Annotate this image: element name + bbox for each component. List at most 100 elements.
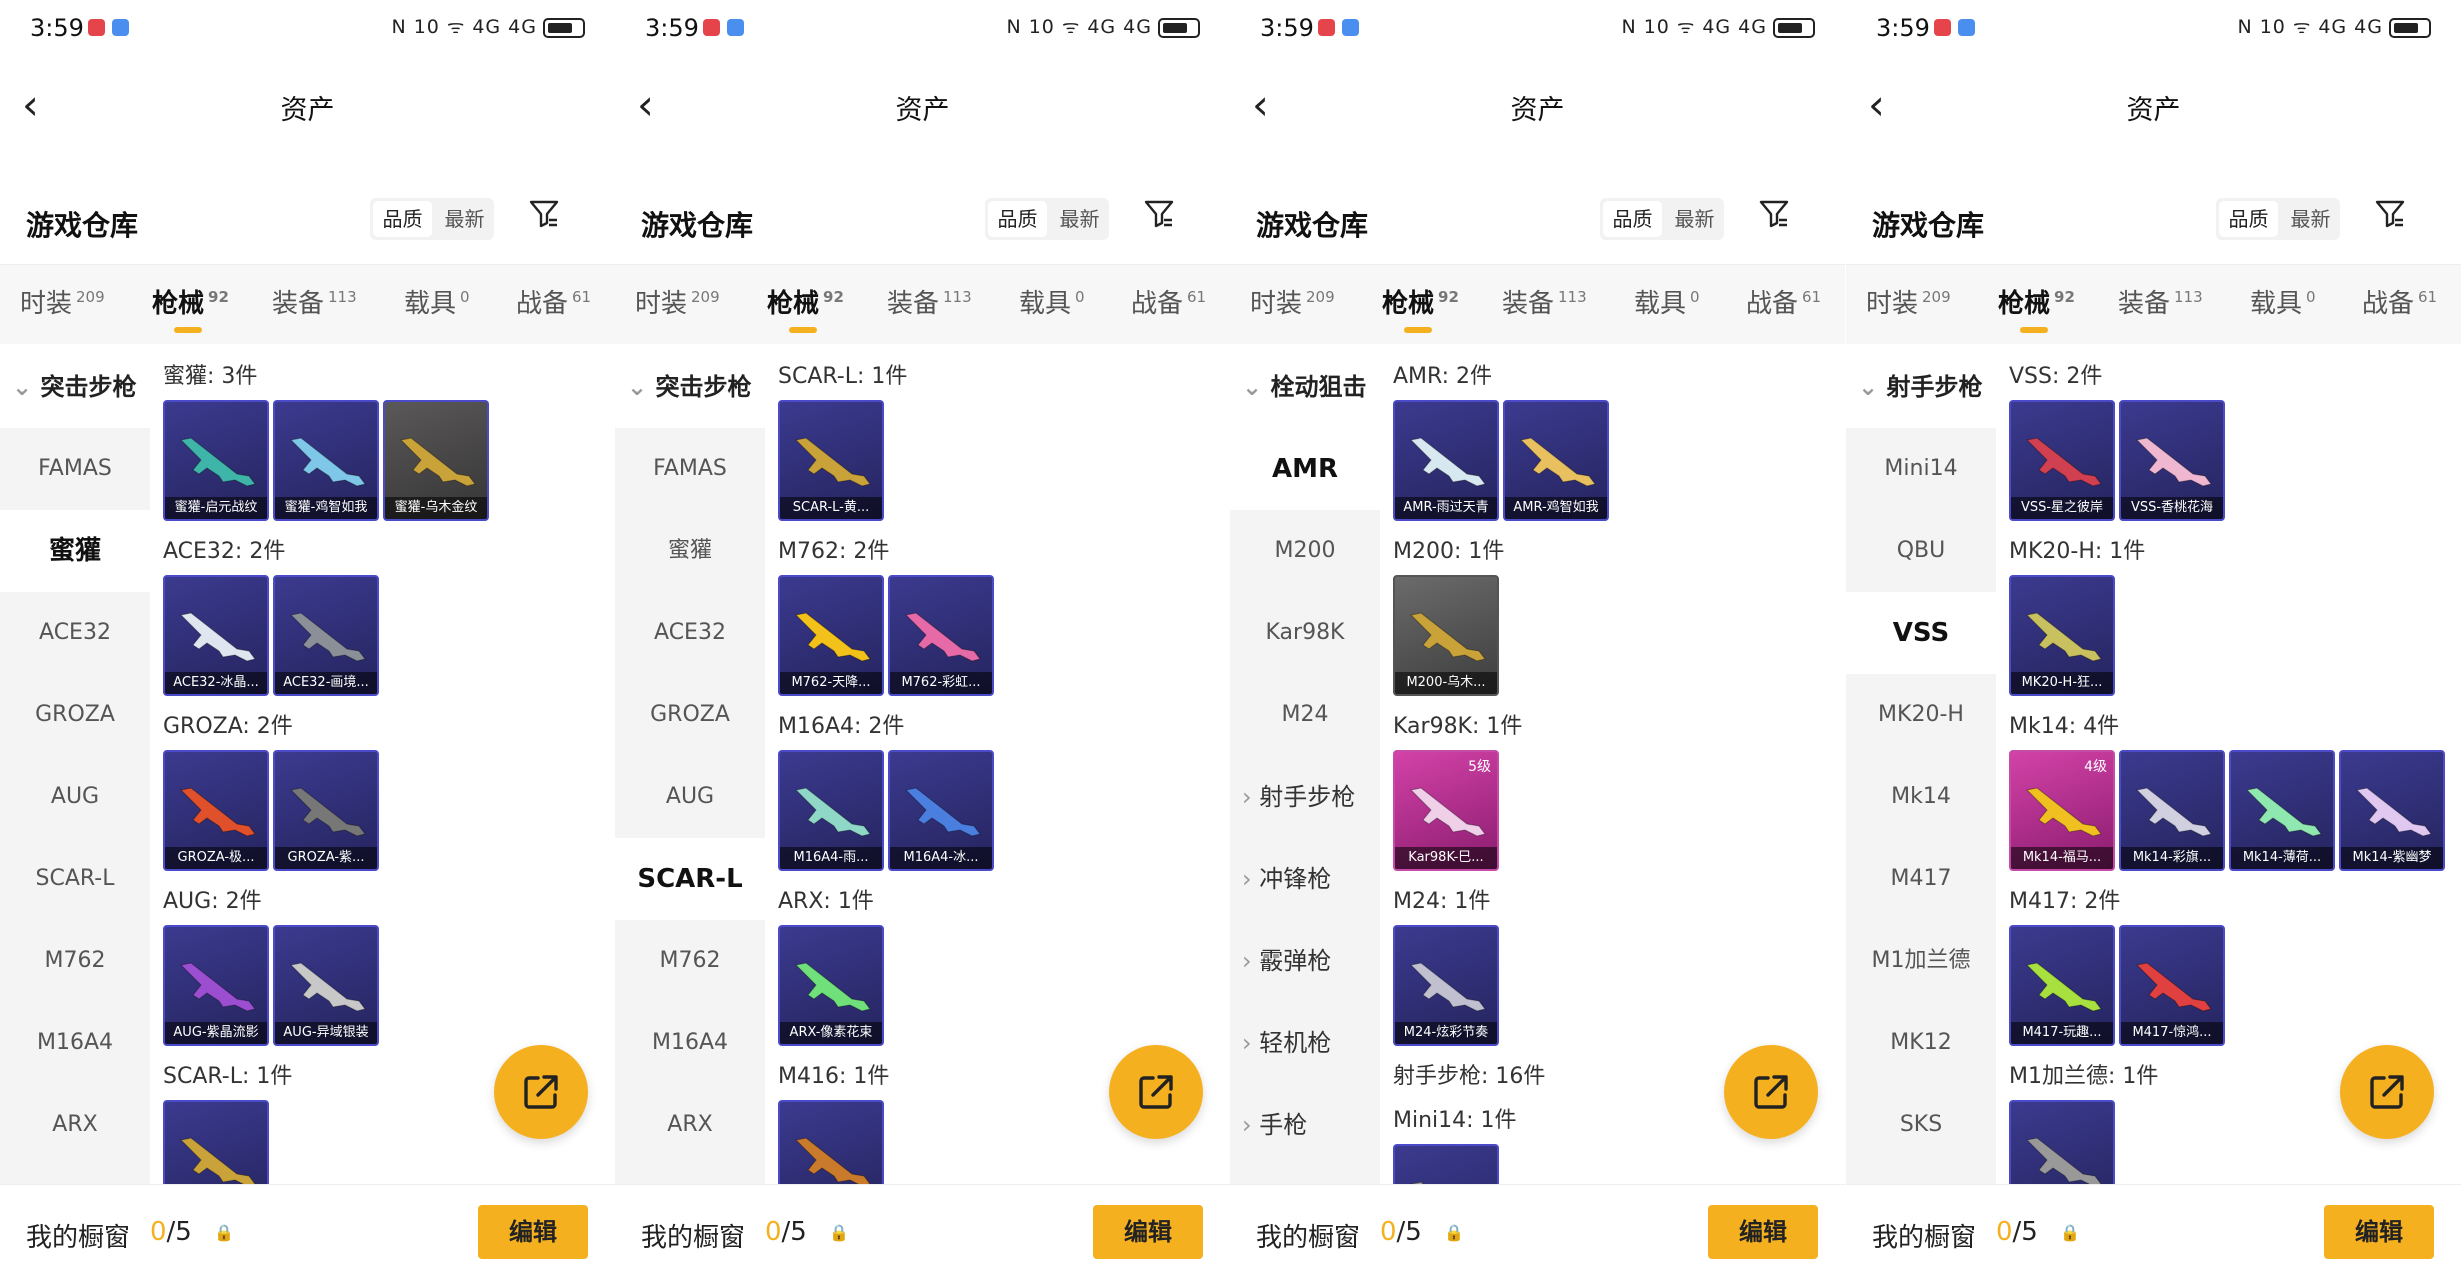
skin-card[interactable]: 蜜獾-启元战纹 — [163, 400, 269, 521]
skin-card[interactable]: GROZA-紫... — [273, 750, 379, 871]
sidebar-item[interactable]: › 轻机枪 — [1230, 1002, 1380, 1084]
filter-icon[interactable] — [2368, 198, 2412, 240]
sidebar-item[interactable]: ARX — [615, 1084, 765, 1166]
sidebar-item[interactable]: Mini14 — [1846, 428, 1996, 510]
tab-2[interactable]: 装备 113 — [272, 283, 357, 320]
sidebar-item[interactable]: AUG — [0, 756, 150, 838]
sidebar-item[interactable]: › 冲锋枪 — [1230, 838, 1380, 920]
sidebar-item[interactable]: MK12 — [1846, 1002, 1996, 1084]
sidebar-item[interactable]: › 霰弹枪 — [1230, 920, 1380, 1002]
skin-card[interactable]: M24-炫彩节奏 — [1393, 925, 1499, 1046]
sidebar-item[interactable]: M24 — [1230, 674, 1380, 756]
share-button[interactable] — [494, 1045, 588, 1139]
sort-quality-button[interactable]: 品质 — [988, 201, 1047, 237]
sidebar-item[interactable]: MK20-H — [1846, 674, 1996, 756]
sidebar-item[interactable]: ACE32 — [0, 592, 150, 674]
tab-4[interactable]: 战备 61 — [516, 283, 591, 320]
sort-quality-button[interactable]: 品质 — [2219, 201, 2278, 237]
skin-card[interactable]: M16A4-雨... — [778, 750, 884, 871]
tab-2[interactable]: 装备 113 — [1502, 283, 1587, 320]
sidebar-item[interactable]: AMR — [1230, 428, 1380, 510]
tab-4[interactable]: 战备 61 — [2362, 283, 2437, 320]
sidebar-item[interactable]: Kar98K — [1230, 592, 1380, 674]
tab-4[interactable]: 战备 61 — [1131, 283, 1206, 320]
tab-3[interactable]: 载具 0 — [1634, 283, 1700, 320]
sidebar-item[interactable]: VSS — [1846, 592, 1996, 674]
edit-button[interactable]: 编辑 — [478, 1205, 588, 1259]
sidebar-item[interactable]: › 射手步枪 — [1230, 756, 1380, 838]
sidebar-item[interactable]: 蜜獾 — [0, 510, 150, 592]
tab-3[interactable]: 载具 0 — [404, 283, 470, 320]
sidebar-item[interactable]: FAMAS — [0, 428, 150, 510]
skin-card[interactable]: ACE32-冰晶... — [163, 575, 269, 696]
skin-card[interactable]: SCAR-L-黄... — [778, 400, 884, 521]
skin-card[interactable]: Mini14 — [1393, 1144, 1499, 1184]
skin-card[interactable]: Mk14-紫幽梦 — [2339, 750, 2445, 871]
sidebar-item[interactable]: SCAR-L — [615, 838, 765, 920]
sidebar-item[interactable]: AUG — [615, 756, 765, 838]
skin-card[interactable]: 蜜獾-乌木金纹 — [383, 400, 489, 521]
skin-card[interactable]: AMR-鸡智如我 — [1503, 400, 1609, 521]
tab-4[interactable]: 战备 61 — [1746, 283, 1821, 320]
sidebar-item[interactable]: ARX — [0, 1084, 150, 1166]
sidebar-item[interactable]: M16A4 — [0, 1002, 150, 1084]
sidebar-item[interactable]: Mk14 — [1846, 756, 1996, 838]
sidebar-item[interactable]: GROZA — [615, 674, 765, 756]
sidebar-item[interactable]: ACE32 — [615, 592, 765, 674]
tab-1[interactable]: 枪械 92 — [767, 283, 844, 333]
skin-card[interactable]: VSS-星之彼岸 — [2009, 400, 2115, 521]
filter-icon[interactable] — [1752, 198, 1796, 240]
skin-card[interactable]: Mk14-彩旗... — [2119, 750, 2225, 871]
skin-card[interactable]: ARX-像素花束 — [778, 925, 884, 1046]
filter-icon[interactable] — [522, 198, 566, 240]
sidebar-item[interactable]: SKS — [1846, 1084, 1996, 1166]
sidebar-item[interactable]: ⌄ 突击步枪 — [0, 346, 150, 428]
skin-card[interactable]: 5级 Kar98K-巳... — [1393, 750, 1499, 871]
tab-0[interactable]: 时装 209 — [635, 283, 720, 320]
sidebar-item[interactable]: M200 — [1230, 510, 1380, 592]
sidebar-item[interactable]: ⌄ 栓动狙击 — [1230, 346, 1380, 428]
skin-card[interactable]: ACE32-画境... — [273, 575, 379, 696]
skin-card[interactable]: MK20-H-狂... — [2009, 575, 2115, 696]
sidebar-item[interactable]: 蜜獾 — [615, 510, 765, 592]
sidebar-item[interactable]: M762 — [615, 920, 765, 1002]
tab-3[interactable]: 载具 0 — [2250, 283, 2316, 320]
tab-2[interactable]: 装备 113 — [2118, 283, 2203, 320]
skin-card[interactable]: VSS-香桃花海 — [2119, 400, 2225, 521]
sidebar-item[interactable]: GROZA — [0, 674, 150, 756]
skin-card[interactable]: 蜜獾-鸡智如我 — [273, 400, 379, 521]
share-button[interactable] — [2340, 1045, 2434, 1139]
sort-quality-button[interactable]: 品质 — [373, 201, 432, 237]
tab-0[interactable]: 时装 209 — [20, 283, 105, 320]
tab-1[interactable]: 枪械 92 — [152, 283, 229, 333]
skin-card[interactable]: M417-玩趣... — [2009, 925, 2115, 1046]
sidebar-item[interactable]: M1加兰德 — [1846, 920, 1996, 1002]
sort-quality-button[interactable]: 品质 — [1603, 201, 1662, 237]
share-button[interactable] — [1724, 1045, 1818, 1139]
sidebar-item[interactable]: M762 — [0, 920, 150, 1002]
skin-card[interactable]: M16A4-冰... — [888, 750, 994, 871]
tab-0[interactable]: 时装 209 — [1866, 283, 1951, 320]
edit-button[interactable]: 编辑 — [2324, 1205, 2434, 1259]
sort-newest-button[interactable]: 最新 — [1050, 198, 1109, 240]
sidebar-item[interactable]: QBU — [1846, 510, 1996, 592]
skin-card[interactable]: M762-天降... — [778, 575, 884, 696]
skin-card[interactable]: M416 — [778, 1100, 884, 1184]
skin-card[interactable]: M1加兰德 — [2009, 1100, 2115, 1184]
sidebar-item[interactable]: SCAR-L — [0, 838, 150, 920]
skin-card[interactable]: M417-惊鸿... — [2119, 925, 2225, 1046]
skin-card[interactable]: M762-彩虹... — [888, 575, 994, 696]
skin-card[interactable]: SCAR-L-黄... — [163, 1100, 269, 1184]
sort-newest-button[interactable]: 最新 — [435, 198, 494, 240]
tab-1[interactable]: 枪械 92 — [1382, 283, 1459, 333]
filter-icon[interactable] — [1137, 198, 1181, 240]
tab-0[interactable]: 时装 209 — [1250, 283, 1335, 320]
sidebar-item[interactable]: ⌄ 突击步枪 — [615, 346, 765, 428]
tab-2[interactable]: 装备 113 — [887, 283, 972, 320]
skin-card[interactable]: AUG-异域银装 — [273, 925, 379, 1046]
edit-button[interactable]: 编辑 — [1708, 1205, 1818, 1259]
sidebar-item[interactable]: ⌄ 射手步枪 — [1846, 346, 1996, 428]
sort-newest-button[interactable]: 最新 — [1665, 198, 1724, 240]
sidebar-item[interactable]: M417 — [1846, 838, 1996, 920]
edit-button[interactable]: 编辑 — [1093, 1205, 1203, 1259]
